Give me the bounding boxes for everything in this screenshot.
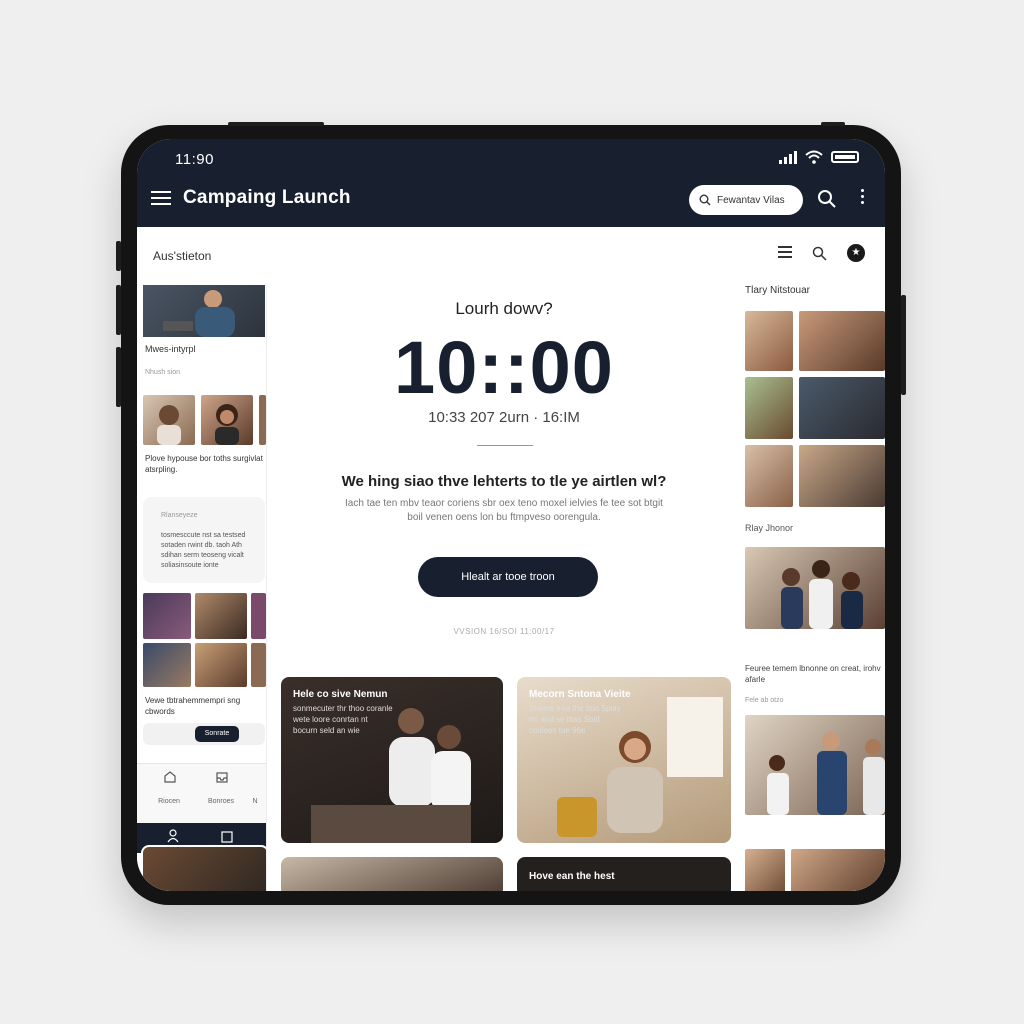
profile-icon[interactable]: [167, 829, 179, 843]
inbox-icon[interactable]: [215, 770, 229, 784]
person-photo[interactable]: [745, 377, 793, 439]
info-card-line: tosmesccute nst sa testsed: [161, 532, 246, 539]
main-content: Lourh dowv? 10::00 10:33 207 2urn · 16:I…: [267, 285, 741, 891]
headline: We hing siao thve lehterts to tle ye air…: [341, 473, 667, 490]
more-vert-icon[interactable]: [861, 189, 865, 207]
cta-button[interactable]: Hlealt ar tooe troon: [418, 557, 598, 597]
person-photo[interactable]: [745, 311, 793, 371]
group-photo[interactable]: [195, 593, 247, 639]
feed-caption: Vewe tbtrahemmempri sng cbwords: [145, 696, 241, 716]
card-title: Hove ean the hest: [529, 871, 615, 882]
device-volume-down: [116, 285, 121, 335]
info-card-line: sotaden rwint db. taoh Ath: [161, 542, 242, 549]
search-field[interactable]: Fewantav Vilas: [689, 185, 803, 215]
team-photo-graphic: [767, 732, 885, 815]
tab-label[interactable]: Bonroes: [201, 798, 241, 805]
info-card-line: sdihan serm teoseng vicalt: [161, 552, 244, 559]
sub-header-actions: ★: [778, 244, 865, 262]
home-icon[interactable]: [163, 770, 177, 784]
section-title: Rlay Jhonor: [745, 523, 794, 533]
info-card-line: soliasinsoute ionte: [161, 562, 219, 569]
person-photo[interactable]: [799, 445, 885, 507]
feed-caption-muted: Nhush sion: [145, 369, 181, 376]
app-bar: 11:90 Campaing Launch Fewantav Vilas: [137, 139, 885, 227]
star-badge-icon[interactable]: ★: [847, 244, 865, 262]
action-row: Sonrate: [143, 723, 265, 745]
device-side-button: [116, 347, 121, 407]
story-card[interactable]: Hove ean the hest: [517, 857, 731, 891]
screen: 11:90 Campaing Launch Fewantav Vilas Aus…: [137, 139, 885, 891]
list-view-icon[interactable]: [778, 245, 792, 261]
countdown-timer: 10::00: [394, 326, 614, 409]
person-photo[interactable]: [799, 377, 885, 439]
countdown-date: 10:33 207 2urn · 16:IM: [428, 409, 580, 426]
person-photo[interactable]: [745, 849, 785, 891]
hamburger-menu-icon[interactable]: [151, 191, 171, 205]
story-card[interactable]: [281, 857, 503, 891]
left-feed: Mwes-intyrpl Nhush sion Plove hypouse bo…: [137, 285, 267, 891]
avatar-photo[interactable]: [201, 395, 253, 445]
avatar-photo[interactable]: [259, 395, 266, 445]
device-right-button: [901, 295, 906, 395]
tablet-device: 11:90 Campaing Launch Fewantav Vilas Aus…: [116, 122, 906, 905]
body-text: Iach tae ten mbv teaor coriens sbr oex t…: [327, 497, 681, 525]
body-line: boil venen oens lon bu ftmpveso oorengul…: [407, 512, 601, 523]
group-photo[interactable]: [143, 643, 191, 687]
feed-caption: Feuree temem lbnonne on creat, irohv afa…: [745, 664, 881, 684]
woman-photo-graphic: [557, 697, 723, 837]
search-placeholder: Fewantav Vilas: [717, 194, 785, 206]
tab-label[interactable]: Riocen: [149, 798, 189, 805]
body-line: Iach tae ten mbv teaor coriens sbr oex t…: [345, 498, 663, 509]
wifi-icon: [805, 150, 823, 164]
countdown-label: Lourh dowv?: [455, 299, 553, 318]
status-icons: [779, 150, 859, 164]
person-photo[interactable]: [745, 445, 793, 507]
person-photo[interactable]: [791, 849, 885, 891]
signal-icon: [779, 150, 797, 164]
feed-photo[interactable]: [143, 285, 265, 337]
fine-print: VVSION 16/SOI 11:00/17: [453, 627, 555, 636]
feed-caption: Mwes-intyrpl: [145, 344, 196, 354]
tab-label[interactable]: N: [245, 798, 265, 805]
sub-header: Aus'stieton ★: [137, 227, 885, 286]
share-icon[interactable]: [221, 829, 233, 843]
search-icon[interactable]: [812, 246, 827, 261]
device-top-button: [228, 122, 324, 126]
group-photo[interactable]: [745, 547, 885, 629]
story-card[interactable]: Mecorn Sntona Vieite Shame trea the ttoo…: [517, 677, 731, 843]
group-photo[interactable]: [745, 715, 885, 815]
card-subtitle: Shame trea the ttoo 5piay tro and se itt…: [529, 704, 621, 735]
bottom-tabs: Riocen Bonroes N: [137, 763, 266, 824]
info-card[interactable]: Rlanseyeze tosmesccute nst sa testsed so…: [143, 497, 265, 583]
app-title: Campaing Launch: [183, 187, 351, 208]
card-subtitle: sonmecuter thr thoo coranle wete loore c…: [293, 704, 393, 735]
device-power-button: [821, 122, 845, 126]
section-title: Tlary Nitstouar: [745, 285, 811, 296]
group-photo[interactable]: [143, 593, 191, 639]
section-label: Aus'stieton: [153, 249, 212, 263]
group-photo[interactable]: [195, 643, 247, 687]
group-photo[interactable]: [251, 593, 266, 639]
status-time: 11:90: [175, 151, 214, 168]
action-button[interactable]: Sonrate: [195, 726, 239, 742]
battery-icon: [831, 151, 859, 163]
person-photo-graphic: [163, 290, 235, 337]
feed-caption-muted: Fele ab otzo: [745, 697, 784, 704]
person-photo[interactable]: [799, 311, 885, 371]
divider: [477, 445, 533, 446]
search-icon[interactable]: [817, 189, 837, 209]
group-photo-graphic: [781, 560, 863, 629]
couple-photo-graphic: [311, 708, 471, 843]
search-icon: [699, 194, 711, 206]
avatar-photo[interactable]: [143, 395, 195, 445]
feed-photo[interactable]: [141, 845, 266, 891]
group-photo[interactable]: [251, 643, 266, 687]
info-card-title: Rlanseyeze: [161, 512, 198, 519]
story-card[interactable]: Hele co sive Nemun sonmecuter thr thoo c…: [281, 677, 503, 843]
card-title: Mecorn Sntona Vieite: [529, 689, 631, 700]
card-title: Hele co sive Nemun: [293, 689, 388, 700]
device-volume-up: [116, 241, 121, 271]
right-feed: Tlary Nitstouar Rlay Jhonor Feuree temem…: [741, 285, 885, 891]
feed-caption: Plove hypouse bor toths surgivlat atsrpl…: [145, 454, 263, 474]
